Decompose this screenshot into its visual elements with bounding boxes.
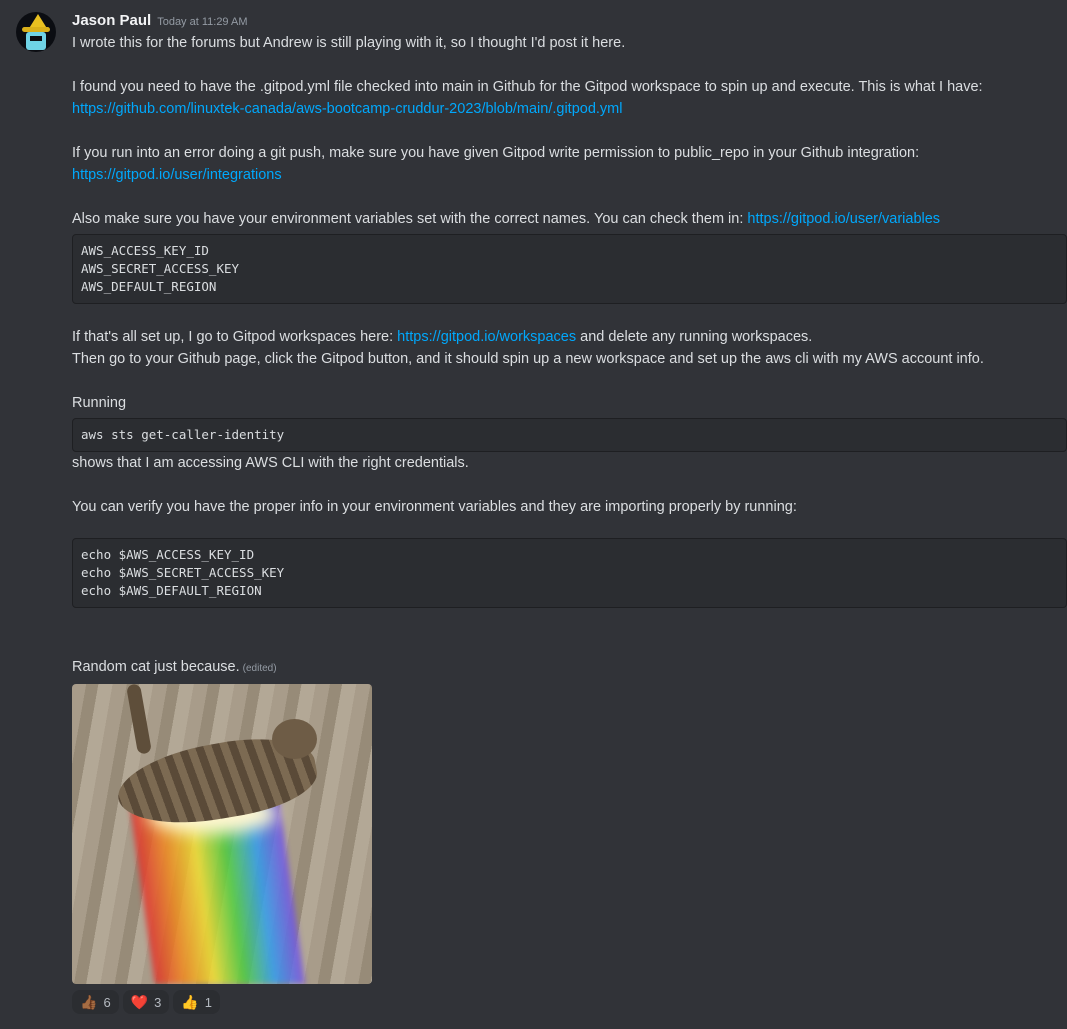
cat-image-attachment[interactable]	[72, 684, 372, 984]
avatar-robe	[26, 32, 46, 50]
edited-label: (edited)	[242, 663, 277, 674]
text-line: shows that I am accessing AWS CLI with t…	[72, 455, 469, 471]
cat-head	[272, 719, 317, 759]
reaction-count: 1	[204, 994, 213, 1010]
text-line: If you run into an error doing a git pus…	[72, 145, 920, 161]
text-line: Random cat just because.	[72, 659, 240, 675]
text-line: Running	[72, 395, 127, 411]
heart-icon: ❤️	[130, 994, 149, 1010]
workspaces-link[interactable]: https://gitpod.io/workspaces	[397, 329, 576, 345]
text-line: I wrote this for the forums but Andrew i…	[72, 35, 626, 51]
timestamp: Today at 11:29 AM	[157, 16, 248, 28]
reaction-heart[interactable]: ❤️ 3	[122, 990, 170, 1014]
avatar[interactable]	[16, 12, 56, 52]
message-header: Jason Paul Today at 11:29 AM	[72, 10, 1067, 32]
text-line: You can verify you have the proper info …	[72, 499, 797, 515]
gitpod-yml-link[interactable]: https://github.com/linuxtek-canada/aws-b…	[72, 101, 622, 117]
reaction-count: 6	[103, 994, 111, 1010]
text-line: If that's all set up, I go to Gitpod wor…	[72, 329, 398, 345]
reactions-bar: 👍🏾 6 ❤️ 3 👍 1	[72, 990, 1067, 1014]
thumbs-up-dark-skin-icon: 👍🏾	[80, 994, 98, 1010]
code-block-env-vars: AWS_ACCESS_KEY_ID AWS_SECRET_ACCESS_KEY …	[72, 234, 1067, 304]
code-block-command: aws sts get-caller-identity	[72, 418, 1067, 452]
avatar-eyes	[30, 36, 42, 41]
integrations-link[interactable]: https://gitpod.io/user/integrations	[72, 167, 282, 183]
author-name[interactable]: Jason Paul	[72, 12, 151, 29]
text-line: Also make sure you have your environment…	[72, 211, 748, 227]
thumbs-up-icon: 👍	[181, 994, 199, 1010]
variables-link[interactable]: https://gitpod.io/user/variables	[747, 211, 940, 227]
cat-tail	[126, 684, 152, 755]
code-block-echo: echo $AWS_ACCESS_KEY_ID echo $AWS_SECRET…	[72, 538, 1067, 608]
message: Jason Paul Today at 11:29 AM I wrote this…	[72, 10, 1067, 1014]
text-line: I found you need to have the .gitpod.yml…	[72, 79, 983, 95]
text-line: and delete any running workspaces.	[576, 329, 813, 345]
reaction-thumbs-up-dark[interactable]: 👍🏾 6	[72, 990, 119, 1014]
reaction-count: 3	[154, 994, 162, 1010]
reaction-thumbs-up[interactable]: 👍 1	[173, 990, 221, 1014]
text-line: Then go to your Github page, click the G…	[72, 351, 984, 367]
